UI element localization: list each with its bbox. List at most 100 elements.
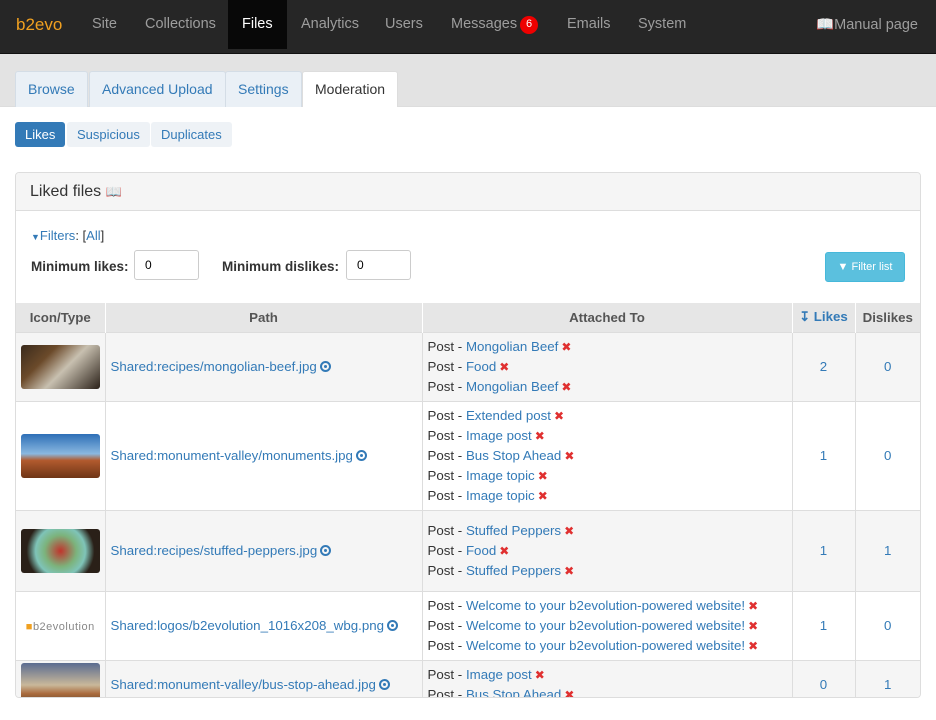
file-thumbnail[interactable]: ■b2evolution xyxy=(26,621,95,633)
nav-emails[interactable]: Emails xyxy=(553,0,625,49)
file-path-link[interactable]: Shared:monument-valley/monuments.jpg xyxy=(111,448,353,463)
locate-icon[interactable] xyxy=(378,679,390,690)
attachment-post-link[interactable]: Mongolian Beef xyxy=(466,379,558,394)
dislikes-count[interactable]: 0 xyxy=(884,448,891,463)
tab-settings[interactable]: Settings xyxy=(225,71,302,107)
locate-icon[interactable] xyxy=(319,361,331,372)
tab-browse[interactable]: Browse xyxy=(15,71,88,107)
dislikes-count[interactable]: 1 xyxy=(884,543,891,558)
attachment-post-link[interactable]: Mongolian Beef xyxy=(466,339,558,354)
attachment-post-link[interactable]: Welcome to your b2evolution-powered webs… xyxy=(466,618,745,633)
manual-page-link[interactable]: 📖Manual page xyxy=(816,0,918,50)
attachment-post-link[interactable]: Food xyxy=(466,359,496,374)
unlink-icon[interactable]: ✖ xyxy=(561,380,571,394)
attachment-post-link[interactable]: Bus Stop Ahead xyxy=(466,687,561,698)
brand-logo[interactable]: b2evo xyxy=(16,15,62,35)
file-thumbnail[interactable] xyxy=(20,433,100,478)
attachment-item: Post - Extended post ✖ xyxy=(427,407,565,423)
subtab-duplicates[interactable]: Duplicates xyxy=(151,122,232,147)
tab-moderation[interactable]: Moderation xyxy=(302,71,399,108)
min-likes-input[interactable] xyxy=(134,250,199,280)
file-path-link[interactable]: Shared:monument-valley/bus-stop-ahead.jp… xyxy=(111,677,376,692)
likes-count[interactable]: 2 xyxy=(820,359,827,374)
locate-icon[interactable] xyxy=(355,450,367,461)
filters-link[interactable]: ▼Filters xyxy=(31,228,75,243)
unlink-icon[interactable]: ✖ xyxy=(535,429,545,443)
attachment-post-link[interactable]: Food xyxy=(466,543,496,558)
unlink-icon[interactable]: ✖ xyxy=(554,409,564,423)
nav-users[interactable]: Users xyxy=(371,0,437,49)
attachment-item: Post - Image topic ✖ xyxy=(427,487,548,503)
attachment-post-link[interactable]: Image topic xyxy=(466,468,535,483)
min-dislikes-input[interactable] xyxy=(346,250,411,280)
unlink-icon[interactable]: ✖ xyxy=(748,639,758,653)
locate-icon[interactable] xyxy=(387,620,399,631)
attachment-type: Post xyxy=(427,427,455,443)
panel-header: Liked files 📖 xyxy=(16,173,920,211)
attachment-post-link[interactable]: Stuffed Peppers xyxy=(466,563,561,578)
nav-system[interactable]: System xyxy=(624,0,700,49)
col-likes[interactable]: ↧ Likes xyxy=(792,303,856,332)
likes-sort-link[interactable]: Likes xyxy=(814,309,848,324)
likes-count[interactable]: 1 xyxy=(820,543,827,558)
nav-site[interactable]: Site xyxy=(78,0,131,49)
attachment-item: Post - Bus Stop Ahead ✖ xyxy=(427,447,575,463)
attachment-type: Post xyxy=(427,562,455,578)
unlink-icon[interactable]: ✖ xyxy=(564,449,574,463)
manual-page-label: Manual page xyxy=(834,17,918,33)
unlink-icon[interactable]: ✖ xyxy=(538,489,548,503)
attachment-post-link[interactable]: Extended post xyxy=(466,408,551,423)
file-thumbnail[interactable] xyxy=(20,662,100,697)
unlink-icon[interactable]: ✖ xyxy=(499,360,509,374)
unlink-icon[interactable]: ✖ xyxy=(538,469,548,483)
attachment-type: Post xyxy=(427,637,455,653)
attachment-post-link[interactable]: Image post xyxy=(466,667,532,682)
nav-analytics[interactable]: Analytics xyxy=(287,0,373,49)
likes-count[interactable]: 0 xyxy=(820,677,827,692)
dislikes-cell: 1 xyxy=(855,509,920,591)
unlink-icon[interactable]: ✖ xyxy=(564,524,574,538)
main-content: Likes Suspicious Duplicates Liked files … xyxy=(0,107,936,720)
nav-collections[interactable]: Collections xyxy=(131,0,230,49)
filters-all-link[interactable]: All xyxy=(86,228,100,243)
tab-advanced-upload[interactable]: Advanced Upload xyxy=(89,71,226,107)
filter-list-button[interactable]: ▼ Filter list xyxy=(825,252,905,282)
file-path-link[interactable]: Shared:logos/b2evolution_1016x208_wbg.pn… xyxy=(111,618,385,633)
dislikes-count[interactable]: 0 xyxy=(884,618,891,633)
attachment-post-link[interactable]: Welcome to your b2evolution-powered webs… xyxy=(466,598,745,613)
file-thumbnail[interactable] xyxy=(20,344,100,389)
likes-count[interactable]: 1 xyxy=(820,618,827,633)
likes-count[interactable]: 1 xyxy=(820,448,827,463)
attachment-post-link[interactable]: Stuffed Peppers xyxy=(466,523,561,538)
unlink-icon[interactable]: ✖ xyxy=(535,668,545,682)
files-table: Icon/Type Path Attached To ↧ Likes Disli… xyxy=(16,303,920,698)
unlink-icon[interactable]: ✖ xyxy=(748,619,758,633)
unlink-icon[interactable]: ✖ xyxy=(748,599,758,613)
min-dislikes-label: Minimum dislikes: xyxy=(222,259,340,274)
caret-down-icon: ▼ xyxy=(31,232,40,242)
attachment-item: Post - Stuffed Peppers ✖ xyxy=(427,522,575,538)
subtab-likes[interactable]: Likes xyxy=(15,122,66,147)
unlink-icon[interactable]: ✖ xyxy=(564,688,574,698)
path-cell: Shared:recipes/stuffed-peppers.jpg xyxy=(105,509,423,591)
unlink-icon[interactable]: ✖ xyxy=(564,564,574,578)
unlink-icon[interactable]: ✖ xyxy=(499,544,509,558)
table-row: ■b2evolution Shared:logos/b2evolution_101… xyxy=(16,590,920,660)
attachment-item: Post - Welcome to your b2evolution-power… xyxy=(427,597,759,613)
unlink-icon[interactable]: ✖ xyxy=(561,340,571,354)
dislikes-count[interactable]: 0 xyxy=(884,359,891,374)
attachment-post-link[interactable]: Image topic xyxy=(466,488,535,503)
attachment-post-link[interactable]: Bus Stop Ahead xyxy=(466,448,561,463)
nav-files[interactable]: Files xyxy=(228,0,287,49)
file-path-link[interactable]: Shared:recipes/stuffed-peppers.jpg xyxy=(111,543,318,558)
attachment-post-link[interactable]: Welcome to your b2evolution-powered webs… xyxy=(466,638,745,653)
nav-messages[interactable]: Messages 6 xyxy=(437,0,552,49)
file-thumbnail[interactable] xyxy=(20,528,100,573)
dislikes-count[interactable]: 1 xyxy=(884,677,891,692)
subtab-suspicious[interactable]: Suspicious xyxy=(67,122,150,147)
attachment-item: Post - Mongolian Beef ✖ xyxy=(427,378,572,394)
locate-icon[interactable] xyxy=(320,545,332,556)
attachment-post-link[interactable]: Image post xyxy=(466,428,532,443)
file-path-link[interactable]: Shared:recipes/mongolian-beef.jpg xyxy=(111,359,317,374)
icon-cell xyxy=(16,400,106,510)
